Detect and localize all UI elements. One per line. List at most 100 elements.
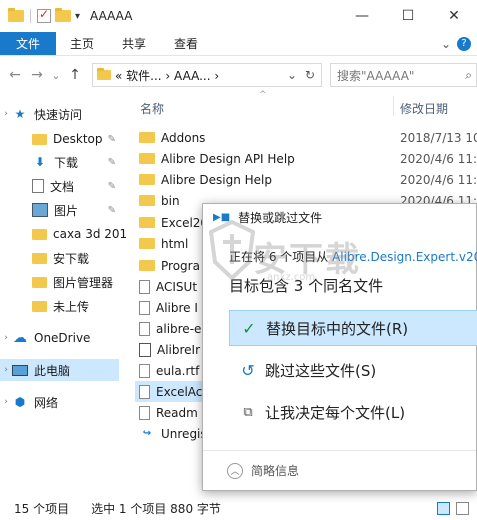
file-icon [139, 321, 150, 336]
sidebar-item-desktop[interactable]: Desktop ✎ [0, 128, 122, 150]
recent-locations-button[interactable]: ⌄ [50, 64, 62, 86]
file-icon [139, 363, 150, 378]
folder-icon [139, 153, 155, 164]
file-icon [139, 300, 150, 315]
sidebar-item-not-uploaded[interactable]: 未上传 [0, 295, 89, 317]
sidebar-item-label: 安下载 [53, 251, 90, 266]
pin-icon: ✎ [107, 180, 116, 192]
sidebar-item-picture-manager[interactable]: 图片管理器 [0, 271, 113, 293]
folder-icon [97, 68, 111, 80]
sidebar-item-network[interactable]: › ⬢ 网络 [0, 391, 58, 413]
expand-icon[interactable]: › [0, 397, 12, 407]
refresh-icon[interactable]: ↻ [305, 68, 321, 82]
tab-share[interactable]: 共享 [108, 32, 160, 55]
selection-info: 选中 1 个项目 880 字节 [91, 501, 221, 516]
expand-icon[interactable]: › [0, 109, 12, 119]
dialog-footer: ︿ 简略信息 [203, 450, 476, 490]
sidebar-item-onedrive[interactable]: › ☁ OneDrive [0, 327, 90, 349]
customize-dropdown-icon[interactable]: ▾ [75, 11, 80, 22]
large-icons-view-icon[interactable] [456, 501, 469, 515]
expand-icon[interactable]: › [0, 365, 12, 375]
sidebar-item-this-pc[interactable]: › 此电脑 [0, 359, 119, 381]
separator [30, 9, 31, 23]
column-header: ^ 名称 修改日期 [125, 90, 477, 118]
forward-button[interactable]: → [28, 64, 46, 86]
pin-icon: ✎ [107, 204, 116, 216]
window-title: AAAAA [90, 9, 133, 23]
properties-icon[interactable] [37, 7, 51, 23]
search-input[interactable]: 搜索"AAAAA" ⌕ [330, 63, 477, 87]
copy-source-text: 正在将 6 个项目从 Alibre.Design.Expert.v201 [229, 248, 477, 265]
copy-icon: ▶■ [213, 211, 231, 223]
computer-icon [12, 364, 28, 376]
file-icon [139, 279, 150, 294]
decide-each-file-option[interactable]: ⧉ 让我决定每个文件(L) [229, 394, 477, 430]
sidebar-item-label: 快速访问 [34, 107, 83, 122]
file-name: Alibre Design Help [161, 172, 272, 187]
fewer-details-link[interactable]: 简略信息 [251, 462, 299, 479]
sidebar-item-label: 图片管理器 [53, 275, 114, 290]
sidebar-item-documents[interactable]: 文档 ✎ [0, 175, 122, 197]
folder-icon [139, 132, 155, 143]
folder-icon [139, 260, 155, 271]
network-icon: ⬢ [14, 395, 26, 409]
skip-files-option[interactable]: ↺ 跳过这些文件(S) [229, 352, 477, 388]
folder-icon [32, 228, 47, 240]
sidebar-item-quick-access[interactable]: › ★ 快速访问 [0, 103, 82, 125]
dialog-title-bar: ▶■ 替换或跳过文件 [203, 204, 476, 230]
table-row[interactable]: Alibre Design API Help 2020/4/6 11: [135, 148, 477, 169]
column-date-header[interactable]: 修改日期 [400, 100, 448, 117]
tab-home[interactable]: 主页 [56, 32, 108, 55]
shortcut-icon: ↪ [142, 428, 152, 439]
application-icon [139, 342, 151, 357]
new-folder-icon[interactable] [55, 8, 71, 22]
close-button[interactable]: ✕ [431, 0, 477, 32]
table-row[interactable]: Alibre Design Help 2020/4/6 11: [135, 169, 477, 190]
address-bar[interactable]: « 软件... › AAA... › ⌄ ↻ [92, 63, 322, 87]
navigation-bar: ← → ⌄ ↑ « 软件... › AAA... › ⌄ ↻ 搜索"AAAAA"… [0, 58, 477, 92]
sidebar-item-downloads[interactable]: ⬇ 下载 ✎ [0, 151, 122, 173]
option-label: 替换目标中的文件(R) [266, 319, 409, 338]
file-date: 2020/4/6 11: [400, 172, 477, 187]
skip-icon: ↺ [241, 360, 255, 380]
replace-or-skip-dialog: ▶■ 替换或跳过文件 正在将 6 个项目从 Alibre.Design.Expe… [202, 203, 477, 491]
tab-file[interactable]: 文件 [0, 32, 57, 55]
help-icon[interactable]: ? [457, 36, 471, 51]
file-name: Addons [161, 130, 206, 145]
folder-icon [8, 8, 24, 22]
sidebar-item-anxz[interactable]: 安下载 [0, 247, 89, 269]
chevron-down-icon[interactable]: ⌄ [441, 37, 451, 51]
ribbon-right: ⌄ ? [441, 32, 477, 55]
minimize-button[interactable]: — [339, 0, 385, 32]
folder-icon [139, 195, 155, 206]
folder-icon [139, 174, 155, 185]
quick-access-toolbar: ▾ [0, 7, 80, 23]
column-name-header[interactable]: 名称 [140, 100, 164, 117]
maximize-button[interactable]: ☐ [385, 0, 431, 32]
sidebar-item-pictures[interactable]: 图片 ✎ [0, 199, 122, 221]
breadcrumb[interactable]: « 软件... › AAA... › [115, 67, 283, 84]
collapse-details-icon[interactable]: ︿ [227, 462, 243, 479]
file-icon [139, 384, 150, 399]
folder-icon [32, 276, 47, 288]
table-row[interactable]: Addons 2018/7/13 10 [135, 127, 477, 148]
tab-view[interactable]: 查看 [160, 32, 212, 55]
sidebar-item-label: 此电脑 [34, 363, 71, 378]
search-icon: ⌕ [465, 67, 472, 82]
address-dropdown-icon[interactable]: ⌄ [287, 68, 301, 82]
sidebar-item-label: 下载 [54, 155, 79, 170]
sidebar-item-label: Desktop [53, 132, 103, 146]
picture-icon [32, 203, 48, 217]
replace-files-option[interactable]: ✓ 替换目标中的文件(R) [229, 310, 477, 346]
up-button[interactable]: ↑ [66, 64, 84, 86]
navigation-pane: › ★ 快速访问 Desktop ✎ ⬇ 下载 ✎ 文档 ✎ 图片 ✎ caxa… [0, 95, 127, 495]
details-view-icon[interactable] [437, 501, 450, 515]
item-count: 15 个项目 [14, 501, 70, 516]
copy-source-link[interactable]: Alibre.Design.Expert.v201 [332, 250, 477, 264]
column-divider[interactable] [393, 96, 394, 116]
back-button[interactable]: ← [6, 64, 24, 86]
status-bar: 15 个项目 选中 1 个项目 880 字节 [0, 496, 477, 520]
sidebar-item-caxa[interactable]: caxa 3d 201 [0, 223, 127, 245]
folder-icon [32, 133, 47, 145]
expand-icon[interactable]: › [0, 333, 12, 343]
